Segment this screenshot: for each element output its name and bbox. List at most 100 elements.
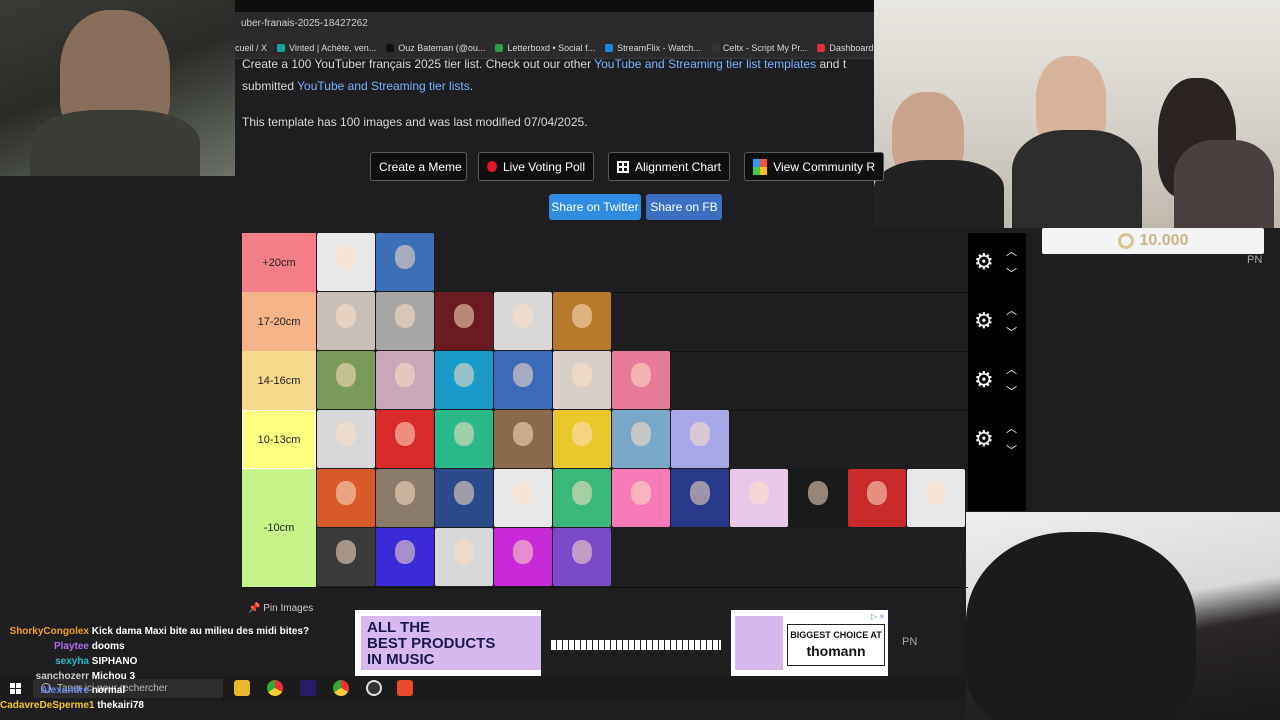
create-meme-button[interactable]: Create a Meme xyxy=(370,152,467,181)
move-up-icon[interactable]: ︿ xyxy=(1006,302,1017,318)
pn-label-top: PN xyxy=(1247,254,1263,266)
move-up-icon[interactable]: ︿ xyxy=(1006,361,1017,377)
intro-line-1: Create a 100 YouTuber français 2025 tier… xyxy=(242,57,846,71)
tier-label[interactable]: 10-13cm xyxy=(242,410,316,469)
chrome-active-icon[interactable] xyxy=(333,680,349,696)
templates-link[interactable]: YouTube and Streaming tier list template… xyxy=(594,57,816,71)
tier-row: -10cm xyxy=(242,469,968,588)
tierlists-link[interactable]: YouTube and Streaming tier lists xyxy=(297,79,470,93)
tier-row-controls: ⚙ ︿ ﹀ xyxy=(968,351,1026,410)
tier-row: 10-13cm xyxy=(242,410,968,470)
tier-label[interactable]: -10cm xyxy=(242,469,316,587)
chat-username: sexyha xyxy=(55,656,89,667)
move-down-icon[interactable]: ﹀ xyxy=(1006,265,1017,281)
ad-headline: ALL THE BEST PRODUCTS IN MUSIC xyxy=(361,616,541,670)
tier-item-image[interactable] xyxy=(376,292,434,350)
settings-gear-icon[interactable]: ⚙ xyxy=(974,428,994,450)
share-fb-button[interactable]: Share on FB xyxy=(646,194,722,220)
ad-accent xyxy=(735,616,783,670)
bookmark-item[interactable]: StreamFlix - Watch... xyxy=(605,43,701,53)
tier-item-image[interactable] xyxy=(435,351,493,409)
tier-item-image[interactable] xyxy=(317,410,375,468)
tier-item-image[interactable] xyxy=(612,410,670,468)
bookmark-label: Dashboard - Leetify xyxy=(829,43,874,53)
tier-item-image[interactable] xyxy=(376,351,434,409)
tier-item-image[interactable] xyxy=(907,469,965,527)
obs-icon[interactable] xyxy=(366,680,382,696)
app-icon[interactable] xyxy=(397,680,413,696)
tier-item-image[interactable] xyxy=(376,528,434,586)
tier-item-image[interactable] xyxy=(730,469,788,527)
tier-item-image[interactable] xyxy=(317,292,375,350)
alignment-label: Alignment Chart xyxy=(634,159,721,174)
tier-row: +20cm xyxy=(242,233,968,293)
move-up-icon[interactable]: ︿ xyxy=(1006,420,1017,436)
tier-item-image[interactable] xyxy=(671,410,729,468)
tier-item-image[interactable] xyxy=(789,469,847,527)
tier-item-image[interactable] xyxy=(553,469,611,527)
bookmark-label: StreamFlix - Watch... xyxy=(617,43,701,53)
tier-item-image[interactable] xyxy=(553,292,611,350)
tier-item-image[interactable] xyxy=(435,292,493,350)
move-down-icon[interactable]: ﹀ xyxy=(1006,383,1017,399)
move-down-icon[interactable]: ﹀ xyxy=(1006,324,1017,340)
bookmark-item[interactable]: Dashboard - Leetify xyxy=(817,43,874,53)
settings-gear-icon[interactable]: ⚙ xyxy=(974,369,994,391)
ad-banner[interactable]: ALL THE BEST PRODUCTS IN MUSIC BIGGEST C… xyxy=(355,610,888,676)
intro-line-2: submitted YouTube and Streaming tier lis… xyxy=(242,79,473,93)
tier-label[interactable]: 14-16cm xyxy=(242,351,316,410)
tier-item-image[interactable] xyxy=(553,528,611,586)
tier-item-image[interactable] xyxy=(376,233,434,291)
tier-item-image[interactable] xyxy=(848,469,906,527)
bookmark-label: Vinted | Achète, ven... xyxy=(289,43,377,53)
ad-choices-icon[interactable]: ▷ × xyxy=(871,612,884,621)
tier-item-image[interactable] xyxy=(435,469,493,527)
tier-item-image[interactable] xyxy=(317,528,375,586)
share-twitter-button[interactable]: Share on Twitter xyxy=(549,194,641,220)
bookmark-item[interactable]: Ouz Bateman (@ou... xyxy=(386,43,485,53)
tier-item-image[interactable] xyxy=(376,410,434,468)
settings-gear-icon[interactable]: ⚙ xyxy=(974,310,994,332)
intro-text-end: and t xyxy=(816,57,847,71)
intro-period: . xyxy=(469,79,474,93)
tier-label[interactable]: 17-20cm xyxy=(242,292,316,351)
bookmark-item[interactable]: cueil / X xyxy=(235,43,267,53)
bookmark-item[interactable]: Celtx - Script My Pr... xyxy=(710,43,807,53)
move-up-icon[interactable]: ︿ xyxy=(1006,243,1017,259)
move-down-icon[interactable]: ﹀ xyxy=(1006,442,1017,458)
tier-item-image[interactable] xyxy=(435,528,493,586)
ad-headline-1: ALL THE xyxy=(367,619,431,636)
tier-item-image[interactable] xyxy=(317,469,375,527)
tier-item-image[interactable] xyxy=(612,469,670,527)
address-bar[interactable]: uber-franais-2025-18427262 xyxy=(235,12,874,38)
chrome-icon[interactable] xyxy=(267,680,283,696)
live-voting-button[interactable]: Live Voting Poll xyxy=(478,152,594,181)
view-community-button[interactable]: View Community R xyxy=(744,152,884,181)
tier-item-image[interactable] xyxy=(317,351,375,409)
tier-item-image[interactable] xyxy=(671,469,729,527)
file-explorer-icon[interactable] xyxy=(234,680,250,696)
chat-text: thekairi78 xyxy=(97,700,144,711)
coin-icon xyxy=(1117,233,1134,249)
settings-gear-icon[interactable]: ⚙ xyxy=(974,251,994,273)
tier-label[interactable]: +20cm xyxy=(242,233,316,292)
tier-item-image[interactable] xyxy=(494,351,552,409)
tier-item-image[interactable] xyxy=(317,233,375,291)
browser-tab-bar xyxy=(235,0,874,12)
bookmark-item[interactable]: Letterboxd • Social f... xyxy=(495,43,595,53)
premiere-icon[interactable] xyxy=(300,680,316,696)
share-fb-label: Share on FB xyxy=(650,200,718,214)
tier-item-image[interactable] xyxy=(553,351,611,409)
alignment-chart-button[interactable]: Alignment Chart xyxy=(608,152,730,181)
tier-item-image[interactable] xyxy=(494,528,552,586)
tier-item-image[interactable] xyxy=(376,469,434,527)
pin-images-toggle[interactable]: 📌 Pin Images xyxy=(248,603,313,614)
tier-item-image[interactable] xyxy=(494,410,552,468)
bookmark-item[interactable]: Vinted | Achète, ven... xyxy=(277,43,376,53)
tier-item-image[interactable] xyxy=(494,469,552,527)
tier-item-image[interactable] xyxy=(553,410,611,468)
tier-item-image[interactable] xyxy=(435,410,493,468)
chat-username: sanchozerr xyxy=(35,671,89,682)
tier-item-image[interactable] xyxy=(612,351,670,409)
tier-item-image[interactable] xyxy=(494,292,552,350)
